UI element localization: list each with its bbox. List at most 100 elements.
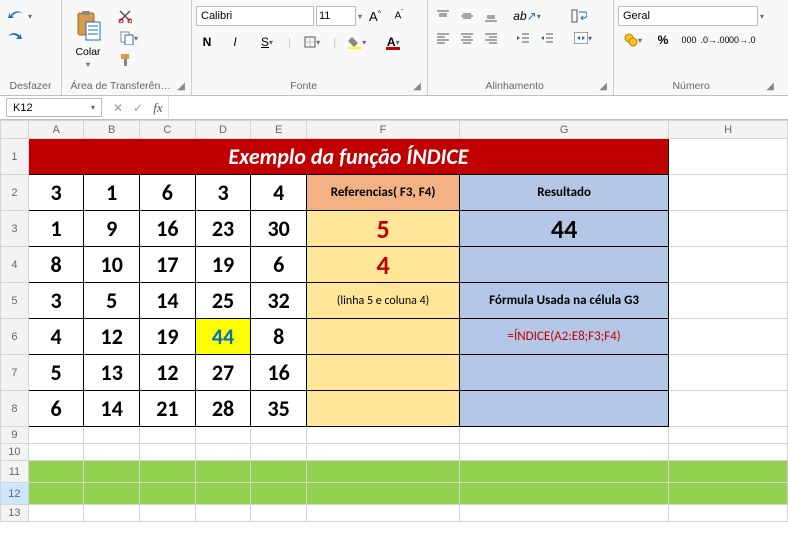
borders-button[interactable]: ▾ [297, 32, 327, 52]
cell[interactable] [251, 461, 307, 483]
cell[interactable] [140, 444, 196, 461]
cell[interactable]: 19 [195, 247, 251, 283]
undo-button[interactable]: ▾ [4, 6, 34, 26]
accept-formula-button[interactable]: ✓ [128, 96, 148, 119]
cell[interactable]: 17 [140, 247, 196, 283]
cell[interactable] [195, 505, 251, 522]
title-cell[interactable]: Exemplo da função ÍNDICE [28, 139, 668, 175]
cell[interactable] [140, 483, 196, 505]
cell[interactable] [460, 483, 669, 505]
col-header[interactable]: H [669, 121, 788, 139]
align-bottom-button[interactable] [480, 6, 502, 26]
row-header[interactable]: 9 [1, 427, 29, 444]
cell[interactable] [28, 444, 84, 461]
format-painter-button[interactable] [114, 50, 136, 70]
percent-button[interactable]: % [652, 30, 674, 50]
row-header[interactable]: 4 [1, 247, 29, 283]
cell[interactable]: 3 [28, 283, 84, 319]
cell[interactable] [669, 505, 788, 522]
cell[interactable] [669, 444, 788, 461]
cell[interactable] [307, 391, 460, 427]
italic-button[interactable]: I [224, 32, 246, 52]
formula-input[interactable] [168, 96, 788, 119]
cell[interactable]: 3 [195, 175, 251, 211]
cancel-formula-button[interactable]: ✕ [108, 96, 128, 119]
align-center-button[interactable] [456, 28, 478, 48]
cell[interactable] [307, 319, 460, 355]
row-header[interactable]: 7 [1, 355, 29, 391]
cell[interactable]: 12 [84, 319, 140, 355]
cell[interactable]: 1 [28, 211, 84, 247]
cell[interactable]: 3 [28, 175, 84, 211]
cell[interactable] [251, 427, 307, 444]
cell[interactable] [195, 427, 251, 444]
cell[interactable] [84, 483, 140, 505]
cell[interactable] [460, 355, 669, 391]
align-top-button[interactable] [432, 6, 454, 26]
cell[interactable] [28, 505, 84, 522]
cell[interactable]: =ÍNDICE(A2:E8;F3;F4) [460, 319, 669, 355]
decrease-indent-button[interactable] [512, 28, 534, 48]
cell[interactable] [669, 461, 788, 483]
thousands-button[interactable]: 000 [678, 30, 700, 50]
cell[interactable]: 6 [28, 391, 84, 427]
cell[interactable]: Resultado [460, 175, 669, 211]
cell[interactable] [84, 461, 140, 483]
cell[interactable] [460, 427, 669, 444]
row-header[interactable]: 13 [1, 505, 29, 522]
cell[interactable] [307, 444, 460, 461]
bold-button[interactable]: N [196, 32, 218, 52]
currency-button[interactable]: ▾ [618, 30, 648, 50]
cell[interactable]: 14 [84, 391, 140, 427]
cell[interactable]: 9 [84, 211, 140, 247]
col-header[interactable]: C [140, 121, 196, 139]
cell[interactable] [669, 427, 788, 444]
cell[interactable]: 4 [307, 247, 460, 283]
row-header[interactable]: 11 [1, 461, 29, 483]
fx-button[interactable]: fx [148, 96, 168, 119]
cell[interactable]: 23 [195, 211, 251, 247]
dialog-launcher-icon[interactable]: ◢ [766, 81, 776, 92]
row-header[interactable]: 2 [1, 175, 29, 211]
paste-button[interactable]: Colar ▾ [66, 6, 110, 72]
cell[interactable] [307, 505, 460, 522]
cell[interactable] [251, 444, 307, 461]
cell[interactable]: 25 [195, 283, 251, 319]
cell[interactable] [307, 427, 460, 444]
cell[interactable]: 28 [195, 391, 251, 427]
row-header[interactable]: 3 [1, 211, 29, 247]
col-header[interactable]: F [307, 121, 460, 139]
row-header[interactable]: 5 [1, 283, 29, 319]
cell[interactable] [84, 444, 140, 461]
cut-button[interactable] [114, 6, 136, 26]
name-box[interactable]: K12 ▾ [6, 98, 102, 117]
cell[interactable] [460, 391, 669, 427]
cell[interactable]: Fórmula Usada na célula G3 [460, 283, 669, 319]
row-header[interactable]: 12 [1, 483, 29, 505]
row-header[interactable]: 8 [1, 391, 29, 427]
font-size-select[interactable] [316, 6, 356, 26]
cell[interactable]: 30 [251, 211, 307, 247]
col-header[interactable]: A [28, 121, 84, 139]
cell[interactable] [460, 247, 669, 283]
col-header[interactable]: D [195, 121, 251, 139]
cell[interactable]: 16 [251, 355, 307, 391]
font-name-select[interactable] [196, 6, 314, 26]
merge-button[interactable]: ▾ [568, 28, 598, 48]
dialog-launcher-icon[interactable]: ◢ [177, 81, 187, 92]
cell[interactable] [307, 483, 460, 505]
redo-button[interactable] [4, 28, 26, 46]
cell[interactable] [28, 461, 84, 483]
copy-button[interactable]: ▾ [114, 28, 144, 48]
cell[interactable] [251, 505, 307, 522]
cell[interactable]: 4 [251, 175, 307, 211]
cell[interactable] [140, 427, 196, 444]
row-header[interactable]: 6 [1, 319, 29, 355]
decrease-font-button[interactable]: Aˇ [388, 6, 410, 26]
align-right-button[interactable] [480, 28, 502, 48]
orientation-button[interactable]: ab↗▾ [512, 6, 542, 26]
col-header[interactable]: E [251, 121, 307, 139]
cell[interactable]: (linha 5 e coluna 4) [307, 283, 460, 319]
dialog-launcher-icon[interactable]: ◢ [599, 81, 609, 92]
cell[interactable]: Referencias( F3, F4) [307, 175, 460, 211]
